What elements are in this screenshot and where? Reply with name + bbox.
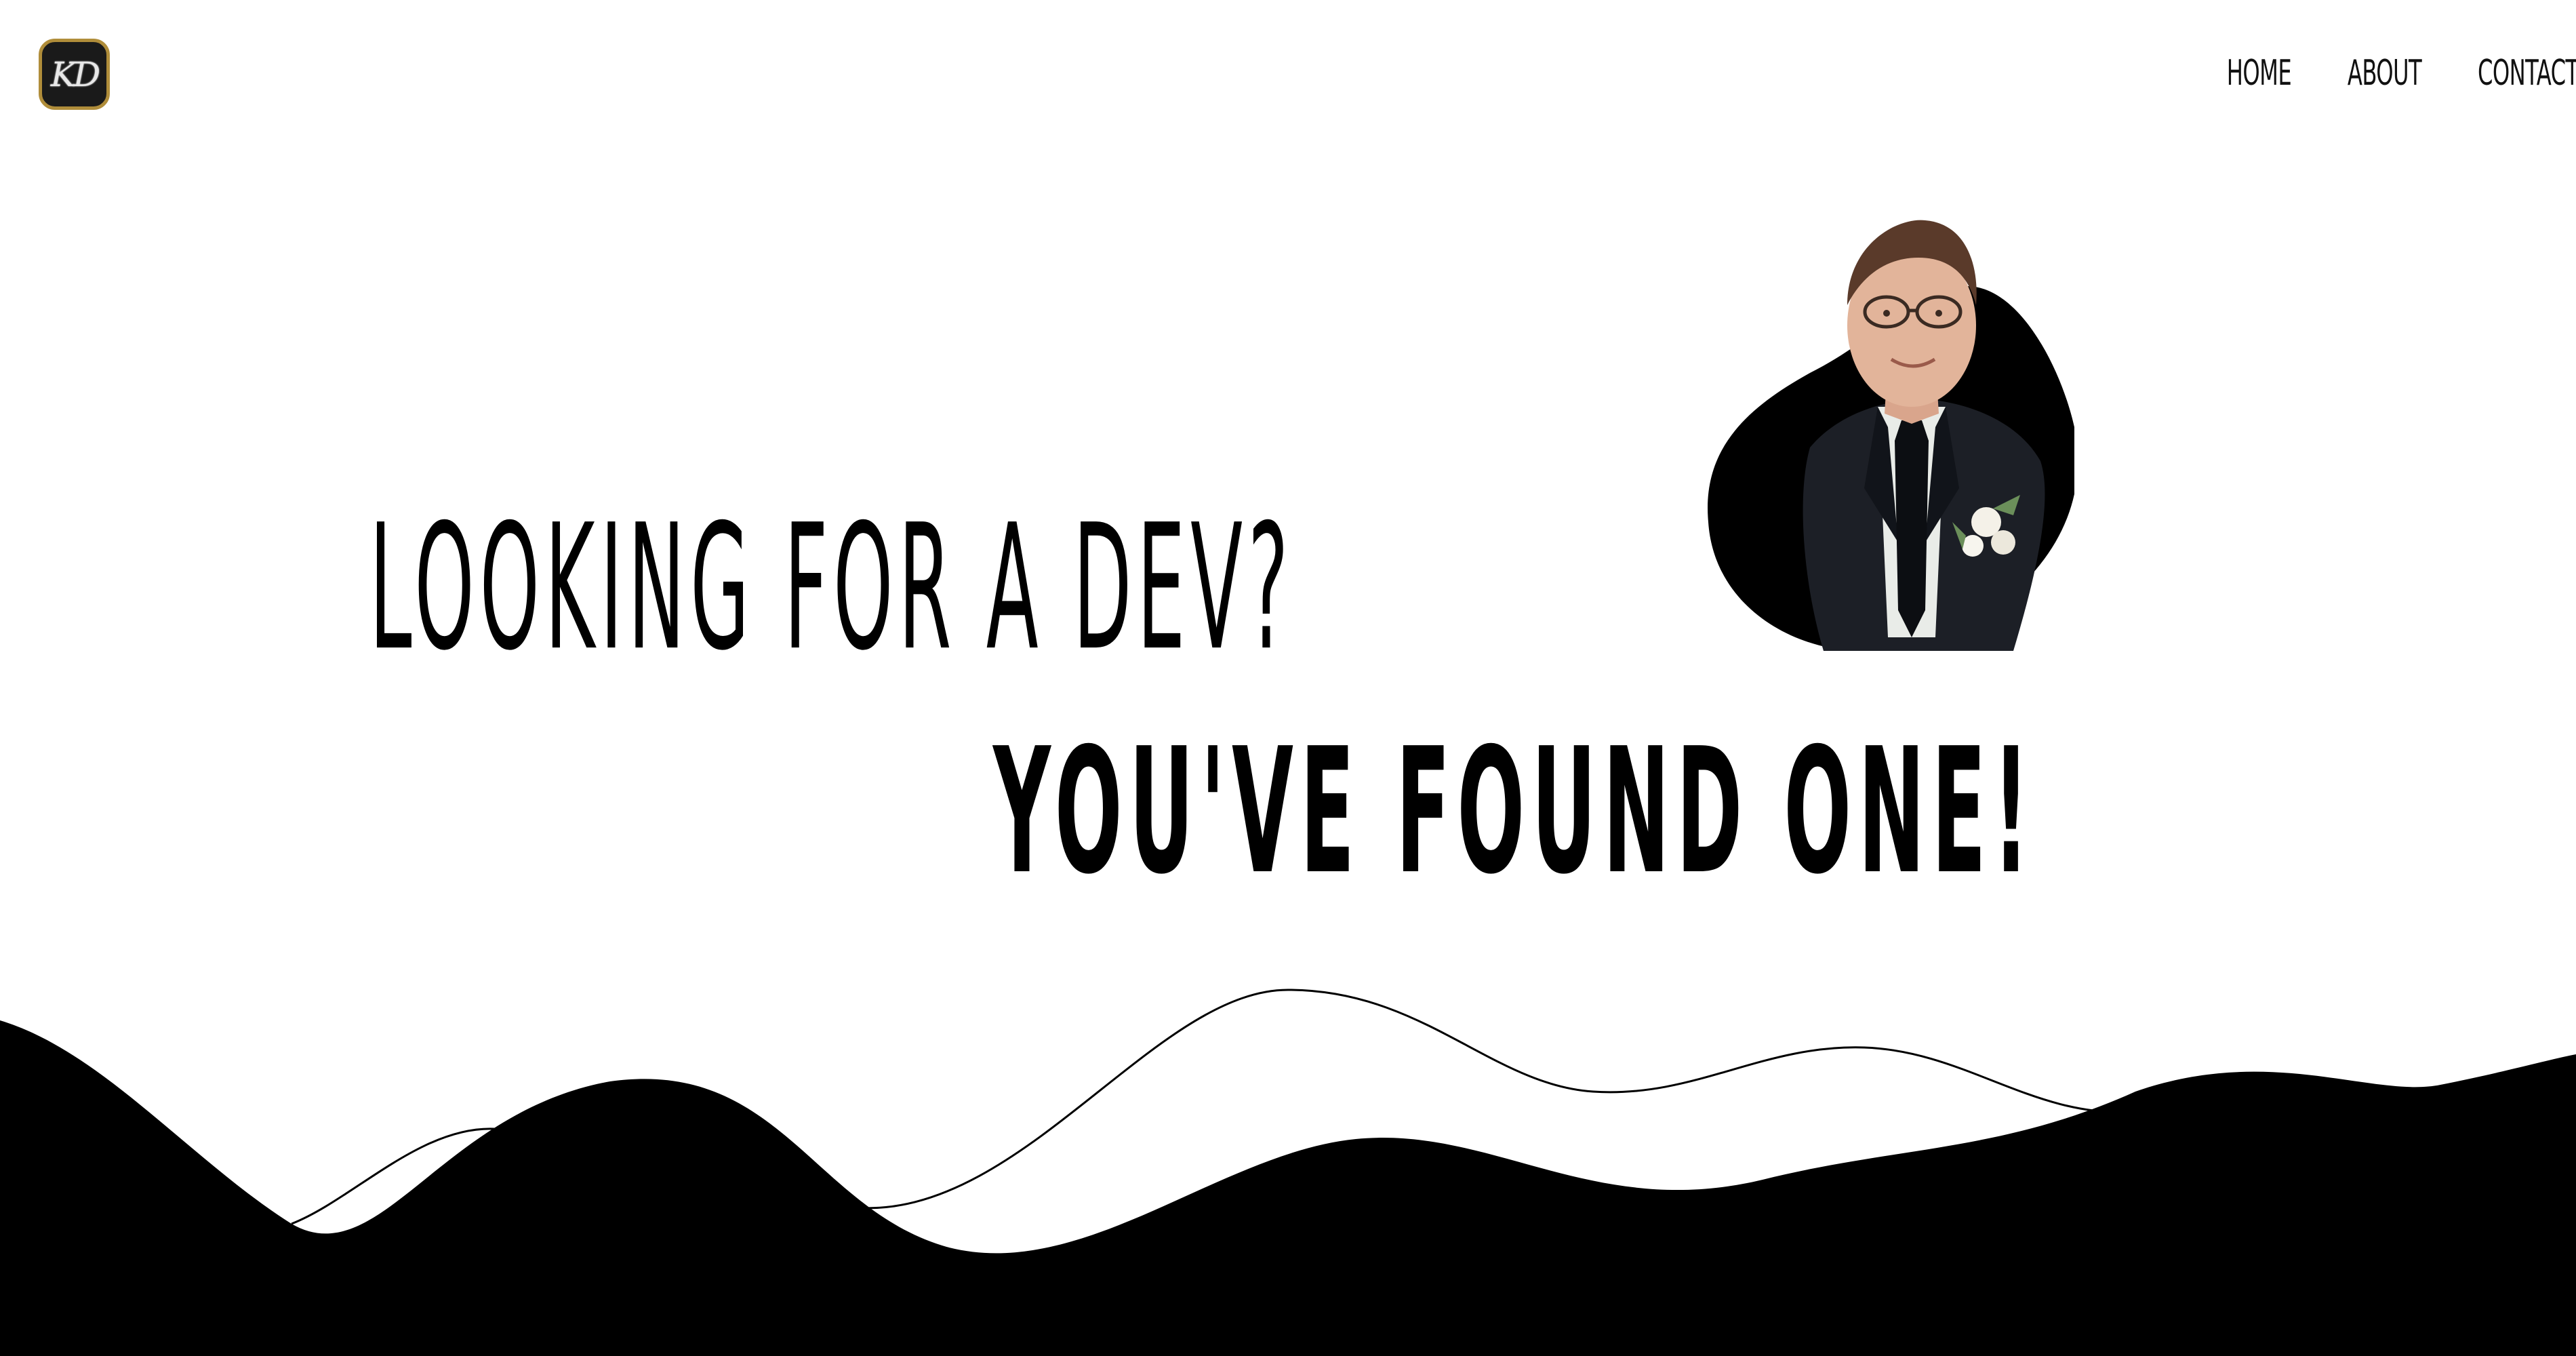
profile-portrait xyxy=(1708,220,2074,651)
decorative-waves xyxy=(0,989,2576,1356)
nav-contact-link[interactable]: CONTACT xyxy=(2478,53,2576,94)
landing-page: KD HOME ABOUT CONTACT Looking for a dev?… xyxy=(0,0,2576,1356)
logo-monogram: KD xyxy=(50,54,100,94)
wave-black-shape xyxy=(0,1020,2576,1356)
portrait-tie xyxy=(1895,420,1929,637)
hero-headline-line2: You've found one! xyxy=(993,711,2036,913)
hero-headline-line1: Looking for a dev? xyxy=(369,487,1294,689)
nav-about-link[interactable]: ABOUT xyxy=(2348,53,2422,94)
site-logo[interactable]: KD xyxy=(39,39,110,110)
main-nav: HOME ABOUT CONTACT xyxy=(2198,53,2576,94)
nav-home-link[interactable]: HOME xyxy=(2227,53,2292,94)
